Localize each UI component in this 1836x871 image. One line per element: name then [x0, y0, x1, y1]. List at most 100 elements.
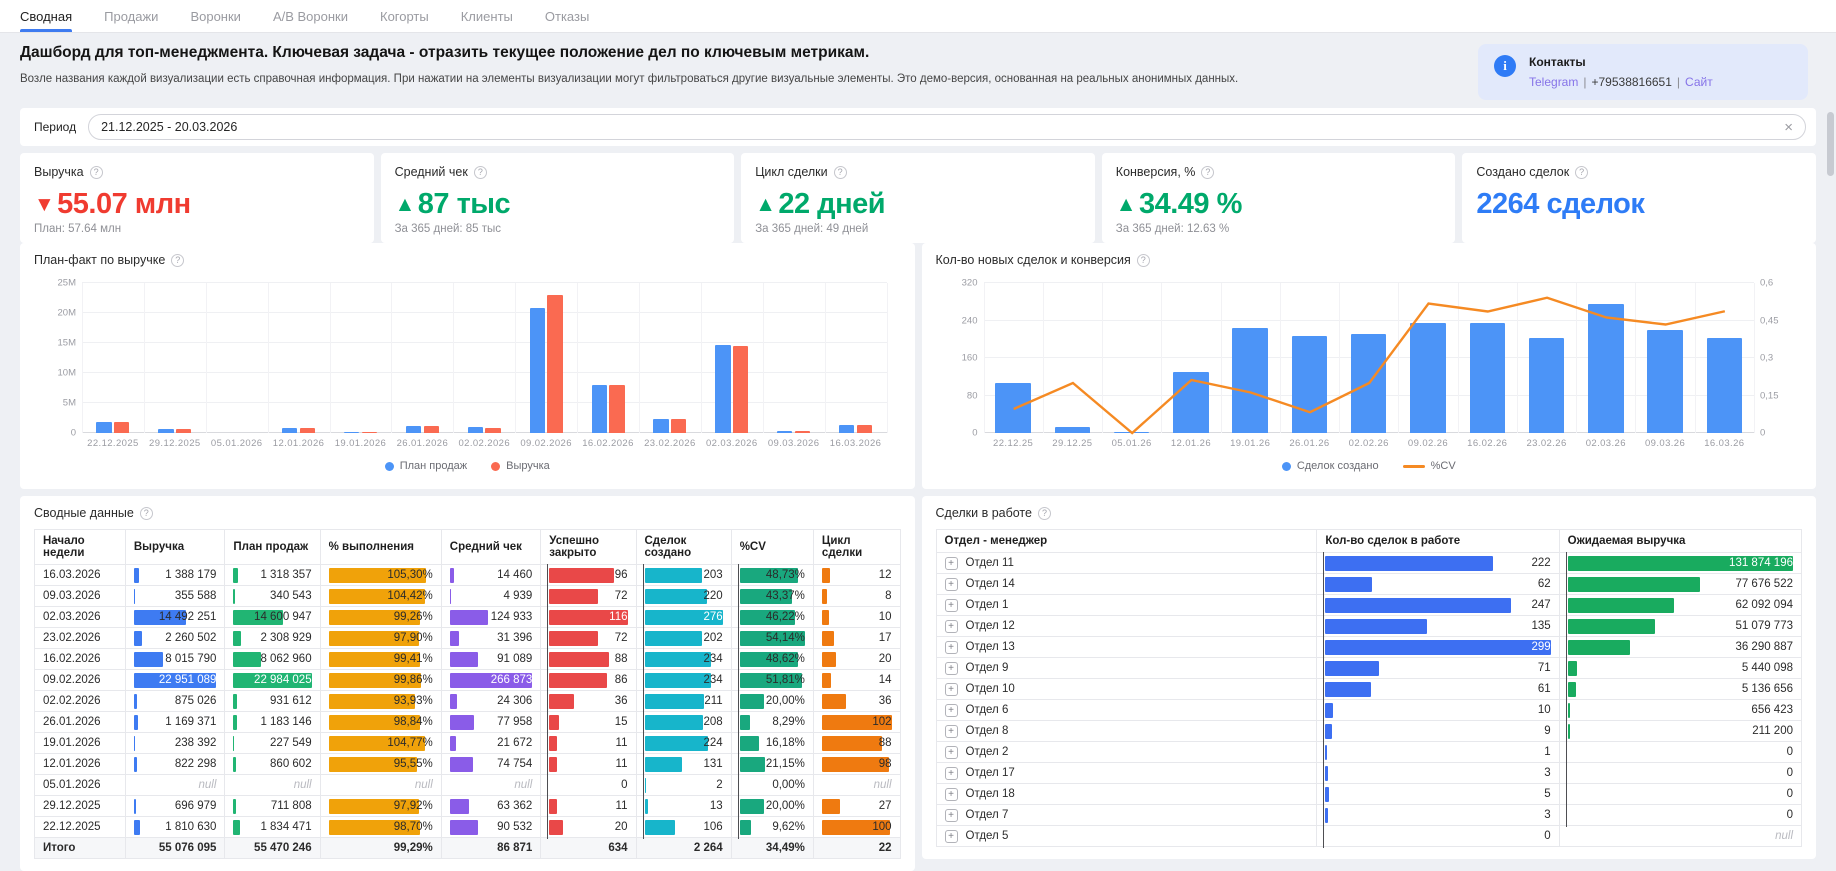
bar-выручка[interactable] [856, 424, 873, 433]
table-row[interactable]: 02.03.2026 14 492 251 14 600 947 99,26% 124 … [34, 605, 901, 629]
bar-выручка[interactable] [671, 419, 687, 433]
expand-icon[interactable]: + [944, 829, 958, 843]
kpi-value: 2264 сделок [1476, 188, 1645, 220]
table-row[interactable]: 29.12.2025 696 979 711 808 97,92% 63 362 11 13… [34, 794, 901, 818]
table-row[interactable]: 22.12.2025 1 810 630 1 834 471 98,70% 90 532… [34, 815, 901, 839]
cell-bar: 3 [1323, 761, 1551, 785]
table-row[interactable]: + Отдел 13 299 36 290 887 [935, 635, 1803, 659]
expand-icon[interactable]: + [944, 661, 958, 675]
table-row[interactable]: + Отдел 7 3 0 [935, 803, 1803, 827]
bar-выручка[interactable] [299, 428, 316, 433]
bar-выручка[interactable] [176, 428, 192, 433]
bar-план-продаж[interactable] [405, 425, 422, 433]
bar-выручка[interactable] [361, 431, 377, 433]
table-row[interactable]: + Отдел 6 10 656 423 [935, 698, 1803, 722]
expand-icon[interactable]: + [944, 745, 958, 759]
bar-план-продаж[interactable] [158, 428, 174, 433]
table-row[interactable]: + Отдел 18 5 0 [935, 782, 1803, 806]
table-row[interactable]: + Отдел 1 247 62 092 094 [935, 593, 1803, 617]
expand-icon[interactable]: + [944, 682, 958, 696]
expand-icon[interactable]: + [944, 703, 958, 717]
plan-fact-chart-card: План-факт по выручке ? 0 5M 10M 15M 20M 25M 2… [20, 243, 915, 489]
tab-voronki[interactable]: Воронки [190, 0, 241, 32]
bar-план-продаж[interactable] [715, 345, 731, 433]
table-row[interactable]: 26.01.2026 1 169 371 1 183 146 98,84% 77 958… [34, 710, 901, 734]
table-row[interactable]: 02.02.2026 875 026 931 612 93,93% 24 306 36 21… [34, 689, 901, 713]
x-label: 29.12.2025 [149, 438, 201, 449]
help-icon[interactable]: ? [1575, 165, 1589, 179]
legend-item[interactable]: %CV [1402, 460, 1456, 472]
cell-bar-fill [233, 819, 240, 835]
table-row[interactable]: + Отдел 11 222 131 874 196 [935, 551, 1803, 575]
bar-план-продаж[interactable] [282, 427, 298, 433]
tab-ab-voronki[interactable]: А/В Воронки [273, 0, 348, 32]
expand-icon[interactable]: + [944, 556, 958, 570]
expand-icon[interactable]: + [944, 766, 958, 780]
tab-otkazy[interactable]: Отказы [545, 0, 589, 32]
bar-выручка[interactable] [732, 346, 749, 433]
table-row[interactable]: 16.02.2026 8 015 790 8 062 960 99,41% 91 089… [34, 647, 901, 671]
bar-выручка[interactable] [547, 295, 563, 433]
expand-icon[interactable]: + [944, 808, 958, 822]
table-row[interactable]: + Отдел 14 62 77 676 522 [935, 572, 1803, 596]
table-row[interactable]: 09.02.2026 22 951 089 22 984 025 99,86% 266 … [34, 668, 901, 692]
expand-icon[interactable]: + [944, 640, 958, 654]
table-row[interactable]: + Отдел 9 71 5 440 098 [935, 656, 1803, 680]
bar-выручка[interactable] [485, 427, 501, 433]
bar-план-продаж[interactable] [653, 419, 669, 433]
table-row[interactable]: 23.02.2026 2 260 502 2 308 929 97,90% 31 396… [34, 626, 901, 650]
bar-выручка[interactable] [794, 430, 811, 433]
legend-item[interactable]: План продаж [384, 460, 467, 472]
legend-item[interactable]: Сделок создано [1281, 460, 1379, 472]
tab-klienty[interactable]: Клиенты [461, 0, 513, 32]
expand-icon[interactable]: + [944, 619, 958, 633]
bar-план-продаж[interactable] [529, 307, 545, 433]
table-row[interactable]: 05.01.2026 null null null null 0 2 0,00% null [34, 773, 901, 797]
table-row[interactable]: 19.01.2026 238 392 227 549 104,77% 21 672 11 2… [34, 731, 901, 755]
bar-план-продаж[interactable] [343, 431, 360, 433]
table-row[interactable]: + Отдел 8 9 211 200 [935, 719, 1803, 743]
table-row[interactable]: + Отдел 17 3 0 [935, 761, 1803, 785]
clear-icon[interactable]: × [1784, 120, 1793, 135]
bar-план-продаж[interactable] [839, 425, 855, 433]
telegram-link[interactable]: Telegram [1529, 75, 1578, 89]
data-cell: 104,42% [319, 585, 442, 607]
expand-icon[interactable]: + [944, 577, 958, 591]
help-icon[interactable]: ? [171, 253, 185, 267]
bar-план-продаж[interactable] [467, 427, 484, 433]
scrollbar[interactable] [1827, 112, 1834, 176]
table-row[interactable]: + Отдел 2 1 0 [935, 740, 1803, 764]
table-row[interactable]: 12.01.2026 822 298 860 602 95,55% 74 754 11 13… [34, 752, 901, 776]
bar-выручка[interactable] [114, 422, 130, 433]
expand-icon[interactable]: + [944, 787, 958, 801]
tab-prodazhi[interactable]: Продажи [104, 0, 158, 32]
table-row[interactable]: + Отдел 10 61 5 136 656 [935, 677, 1803, 701]
table-row[interactable]: 16.03.2026 1 388 179 1 318 357 105,30% 14 46… [34, 563, 901, 587]
week-start-cell: 19.01.2026 [34, 732, 126, 754]
table-row[interactable]: 09.03.2026 355 588 340 543 104,42% 4 939 72 22… [34, 584, 901, 608]
bar-план-продаж[interactable] [96, 422, 112, 433]
cell-value: 0,00% [772, 779, 805, 791]
help-icon[interactable]: ? [1201, 165, 1215, 179]
bar-выручка[interactable] [609, 384, 625, 433]
table-row[interactable]: + Отдел 5 0 null [935, 824, 1803, 848]
help-icon[interactable]: ? [833, 165, 847, 179]
tab-svodnaya[interactable]: Сводная [20, 0, 73, 32]
help-icon[interactable]: ? [89, 165, 103, 179]
expand-icon[interactable]: + [944, 598, 958, 612]
bar-план-продаж[interactable] [777, 430, 793, 433]
help-icon[interactable]: ? [139, 506, 153, 520]
chart-legend: План продаж Выручка [34, 460, 901, 472]
help-icon[interactable]: ? [1037, 506, 1051, 520]
y-tick: 80 [966, 390, 978, 401]
table-row[interactable]: + Отдел 12 135 51 079 773 [935, 614, 1803, 638]
period-input[interactable]: 21.12.2025 - 20.03.2026 × [88, 114, 1806, 140]
tab-kogorty[interactable]: Когорты [380, 0, 429, 32]
site-link[interactable]: Сайт [1685, 75, 1713, 89]
expand-icon[interactable]: + [944, 724, 958, 738]
bar-выручка[interactable] [423, 425, 439, 433]
bar-план-продаж[interactable] [591, 384, 607, 433]
help-icon[interactable]: ? [1136, 253, 1150, 267]
help-icon[interactable]: ? [473, 165, 487, 179]
legend-item[interactable]: Выручка [491, 460, 550, 472]
